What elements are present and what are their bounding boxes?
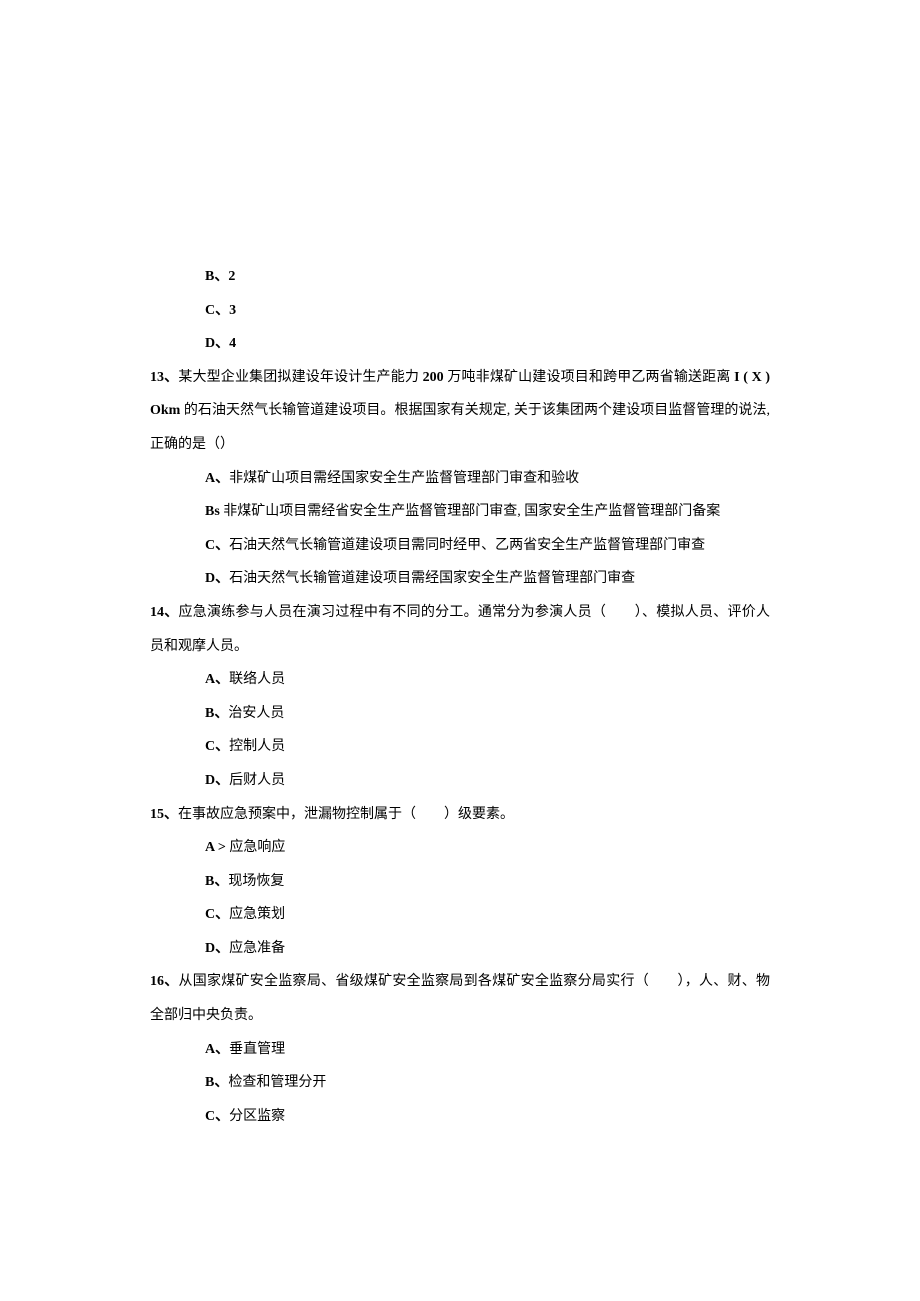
option-label: Bs: [205, 504, 223, 519]
q13-option-c: C、石油天然气长输管道建设项目需同时经甲、乙两省安全生产监督管理部门审查: [150, 529, 770, 563]
option-label: B、: [205, 269, 228, 284]
question-bold-1: 200: [423, 370, 448, 385]
option-text: 石油天然气长输管道建设项目需经国家安全生产监督管理部门审查: [229, 571, 635, 586]
option-text: 后财人员: [229, 773, 285, 788]
q16-option-a: A、垂直管理: [150, 1033, 770, 1067]
option-text: 应急响应: [229, 840, 285, 855]
option-label: C、: [205, 739, 229, 754]
option-text: 联络人员: [229, 672, 285, 687]
leading-option-c: C、3: [150, 294, 770, 328]
option-label: D、: [205, 773, 229, 788]
option-label: A >: [205, 840, 229, 855]
question-text-seg1: 应急演练参与人员在演习过程中有不同的分工。通常分为参演人员（ ）、模拟人员、评价…: [150, 605, 770, 654]
question-number: 13、: [150, 370, 178, 385]
question-15: 15、在事故应急预案中，泄漏物控制属于（ ）级要素。: [150, 798, 770, 832]
question-number: 15、: [150, 807, 178, 822]
q14-option-c: C、控制人员: [150, 730, 770, 764]
q13-option-b: Bs 非煤矿山项目需经省安全生产监督管理部门审查, 国家安全生产监督管理部门备案: [150, 495, 770, 529]
q15-option-a: A > 应急响应: [150, 831, 770, 865]
option-text: 控制人员: [229, 739, 285, 754]
option-label: A、: [205, 1042, 229, 1057]
question-14: 14、应急演练参与人员在演习过程中有不同的分工。通常分为参演人员（ ）、模拟人员…: [150, 596, 770, 663]
option-text: 3: [229, 303, 236, 318]
option-label: C、: [205, 907, 229, 922]
leading-option-d: D、4: [150, 327, 770, 361]
option-text: 检查和管理分开: [228, 1075, 326, 1090]
q15-option-b: B、现场恢复: [150, 865, 770, 899]
option-text: 4: [229, 336, 236, 351]
question-text-seg1: 在事故应急预案中，泄漏物控制属于（ ）级要素。: [178, 807, 514, 822]
option-label: A、: [205, 672, 229, 687]
option-text: 非煤矿山项目需经省安全生产监督管理部门审查, 国家安全生产监督管理部门备案: [223, 504, 720, 519]
question-number: 16、: [150, 974, 179, 989]
option-text: 应急准备: [229, 941, 285, 956]
q13-option-a: A、非煤矿山项目需经国家安全生产监督管理部门审查和验收: [150, 462, 770, 496]
question-text-seg2: 万吨非煤矿山建设项目和跨甲乙两省输送距离: [447, 370, 734, 385]
question-number: 14、: [150, 605, 179, 620]
option-text: 非煤矿山项目需经国家安全生产监督管理部门审查和验收: [229, 471, 579, 486]
question-13: 13、某大型企业集团拟建设年设计生产能力 200 万吨非煤矿山建设项目和跨甲乙两…: [150, 361, 770, 462]
option-label: B、: [205, 1075, 228, 1090]
option-label: C、: [205, 538, 229, 553]
option-label: B、: [205, 706, 228, 721]
option-label: C、: [205, 303, 229, 318]
q15-option-d: D、应急准备: [150, 932, 770, 966]
option-label: A、: [205, 471, 229, 486]
q16-option-c: C、分区监察: [150, 1100, 770, 1134]
q14-option-b: B、治安人员: [150, 697, 770, 731]
option-label: D、: [205, 941, 229, 956]
leading-option-b: B、2: [150, 260, 770, 294]
option-text: 现场恢复: [228, 874, 284, 889]
q15-option-c: C、应急策划: [150, 898, 770, 932]
option-text: 石油天然气长输管道建设项目需同时经甲、乙两省安全生产监督管理部门审查: [229, 538, 705, 553]
option-text: 2: [228, 269, 235, 284]
question-text-seg1: 从国家煤矿安全监察局、省级煤矿安全监察局到各煤矿安全监察分局实行（ ），人、财、…: [150, 974, 770, 1023]
option-text: 应急策划: [229, 907, 285, 922]
q14-option-a: A、联络人员: [150, 663, 770, 697]
option-label: C、: [205, 1109, 229, 1124]
question-16: 16、从国家煤矿安全监察局、省级煤矿安全监察局到各煤矿安全监察分局实行（ ），人…: [150, 965, 770, 1032]
option-label: D、: [205, 336, 229, 351]
q16-option-b: B、检查和管理分开: [150, 1066, 770, 1100]
q13-option-d: D、石油天然气长输管道建设项目需经国家安全生产监督管理部门审查: [150, 562, 770, 596]
option-label: B、: [205, 874, 228, 889]
option-label: D、: [205, 571, 229, 586]
option-text: 治安人员: [228, 706, 284, 721]
question-text-seg1: 某大型企业集团拟建设年设计生产能力: [178, 370, 422, 385]
option-text: 垂直管理: [229, 1042, 285, 1057]
question-text-seg3: 的石油天然气长输管道建设项目。根据国家有关规定, 关于该集团两个建设项目监督管理…: [150, 403, 770, 452]
option-text: 分区监察: [229, 1109, 285, 1124]
q14-option-d: D、后财人员: [150, 764, 770, 798]
